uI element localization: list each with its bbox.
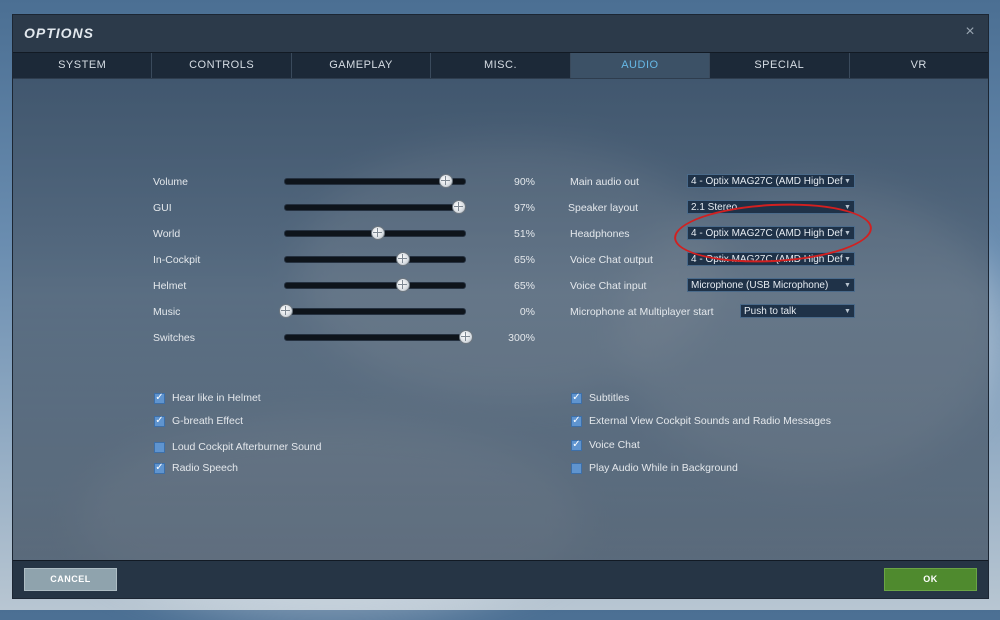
speaker-layout-label: Speaker layout xyxy=(568,202,639,214)
loud-afterburner-checkbox[interactable]: Loud Cockpit Afterburner Sound xyxy=(154,441,321,453)
main-audio-out-select[interactable]: 4 - Optix MAG27C (AMD High Defi ▼ xyxy=(687,174,855,188)
slider-value: 65% xyxy=(513,254,535,266)
tab-misc[interactable]: MISC. xyxy=(431,53,571,78)
main-audio-out-label: Main audio out xyxy=(570,176,639,188)
slider-label: World xyxy=(153,228,181,240)
slider-label: Helmet xyxy=(153,280,187,292)
slider-value: 51% xyxy=(513,228,535,240)
checkbox-label: Radio Speech xyxy=(172,462,238,474)
check-icon: ✓ xyxy=(154,392,165,404)
mic-multiplayer-label: Microphone at Multiplayer start xyxy=(570,306,714,318)
speaker-layout-select[interactable]: 2.1 Stereo ▼ xyxy=(687,200,855,214)
play-audio-background-checkbox[interactable]: Play Audio While in Background xyxy=(571,462,738,474)
tab-special[interactable]: SPECIAL xyxy=(710,53,850,78)
check-icon: ✓ xyxy=(571,392,582,404)
slider-handle[interactable] xyxy=(439,174,454,188)
headphones-select[interactable]: 4 - Optix MAG27C (AMD High Defi ▼ xyxy=(687,226,855,240)
headphones-label: Headphones xyxy=(570,228,630,240)
check-icon xyxy=(571,462,582,474)
radio-speech-checkbox[interactable]: ✓ Radio Speech xyxy=(154,462,238,474)
slider-label: Music xyxy=(153,306,181,318)
checkbox-label: G-breath Effect xyxy=(172,415,244,427)
mic-multiplayer-select[interactable]: Push to talk ▼ xyxy=(740,304,855,318)
tab-audio[interactable]: AUDIO xyxy=(570,53,711,78)
select-value: Microphone (USB Microphone) xyxy=(691,280,829,291)
checkbox-label: Loud Cockpit Afterburner Sound xyxy=(172,441,322,453)
slider-value: 300% xyxy=(508,332,535,344)
helmet-slider[interactable] xyxy=(284,278,466,292)
g-breath-effect-checkbox[interactable]: ✓ G-breath Effect xyxy=(154,415,243,427)
cancel-button[interactable]: CANCEL xyxy=(24,568,117,591)
chevron-down-icon: ▼ xyxy=(843,227,852,239)
slider-handle[interactable] xyxy=(396,252,410,266)
chevron-down-icon: ▼ xyxy=(843,253,852,265)
volume-slider[interactable] xyxy=(284,174,466,188)
voice-chat-output-label: Voice Chat output xyxy=(570,254,653,266)
slider-label: GUI xyxy=(153,202,172,214)
audio-settings-panel: Volume 90% GUI 97% World 51% In-Cockpit xyxy=(13,78,988,562)
title-bar: OPTIONS × xyxy=(13,15,988,52)
slider-label: Switches xyxy=(153,332,196,344)
chevron-down-icon: ▼ xyxy=(843,175,852,187)
external-view-sounds-checkbox[interactable]: ✓ External View Cockpit Sounds and Radio… xyxy=(571,415,831,427)
slider-value: 97% xyxy=(513,202,535,214)
check-icon: ✓ xyxy=(571,439,582,451)
select-value: 4 - Optix MAG27C (AMD High Defi xyxy=(691,176,845,187)
check-icon xyxy=(154,441,165,453)
voice-chat-input-label: Voice Chat input xyxy=(570,280,647,292)
checkbox-label: Hear like in Helmet xyxy=(172,392,261,404)
chevron-down-icon: ▼ xyxy=(843,201,852,213)
slider-handle[interactable] xyxy=(279,304,293,318)
checkbox-label: Subtitles xyxy=(589,392,630,404)
subtitles-checkbox[interactable]: ✓ Subtitles xyxy=(571,392,629,404)
tab-system[interactable]: SYSTEM xyxy=(13,53,153,78)
slider-handle[interactable] xyxy=(459,330,473,344)
window-title: OPTIONS xyxy=(24,25,95,41)
checkbox-label: External View Cockpit Sounds and Radio M… xyxy=(589,415,832,427)
in-cockpit-slider[interactable] xyxy=(284,252,466,266)
slider-value: 90% xyxy=(513,176,535,188)
checkbox-label: Voice Chat xyxy=(589,439,640,451)
tab-vr[interactable]: VR xyxy=(850,53,988,78)
checkbox-label: Play Audio While in Background xyxy=(589,462,738,474)
world-slider[interactable] xyxy=(284,226,466,240)
slider-label: Volume xyxy=(153,176,189,188)
tab-bar: SYSTEM CONTROLS GAMEPLAY MISC. AUDIO SPE… xyxy=(13,52,988,79)
footer-bar: CANCEL OK xyxy=(13,560,988,598)
slider-label: In-Cockpit xyxy=(153,254,201,266)
check-icon: ✓ xyxy=(571,415,582,427)
select-value: 4 - Optix MAG27C (AMD High Defi xyxy=(691,254,845,265)
chevron-down-icon: ▼ xyxy=(843,279,852,291)
slider-value: 65% xyxy=(513,280,535,292)
select-value: 2.1 Stereo xyxy=(691,202,738,213)
voice-chat-checkbox[interactable]: ✓ Voice Chat xyxy=(571,439,640,451)
select-value: 4 - Optix MAG27C (AMD High Defi xyxy=(691,228,845,239)
hear-like-in-helmet-checkbox[interactable]: ✓ Hear like in Helmet xyxy=(154,392,261,404)
slider-handle[interactable] xyxy=(451,200,466,214)
select-value: Push to talk xyxy=(744,306,797,317)
tab-controls[interactable]: CONTROLS xyxy=(152,53,292,78)
switches-slider[interactable] xyxy=(284,330,473,344)
chevron-down-icon: ▼ xyxy=(843,305,852,317)
voice-chat-output-select[interactable]: 4 - Optix MAG27C (AMD High Defi ▼ xyxy=(687,252,855,266)
slider-handle[interactable] xyxy=(370,226,385,240)
music-slider[interactable] xyxy=(279,304,466,318)
check-icon: ✓ xyxy=(154,462,165,474)
gui-slider[interactable] xyxy=(284,200,466,214)
ok-button[interactable]: OK xyxy=(884,568,977,591)
check-icon: ✓ xyxy=(154,415,165,427)
options-window: OPTIONS × SYSTEM CONTROLS GAMEPLAY MISC.… xyxy=(12,14,989,599)
tab-gameplay[interactable]: GAMEPLAY xyxy=(292,53,432,78)
voice-chat-input-select[interactable]: Microphone (USB Microphone) ▼ xyxy=(687,278,855,292)
slider-value: 0% xyxy=(519,306,535,318)
slider-handle[interactable] xyxy=(396,278,410,292)
close-icon[interactable]: × xyxy=(962,24,978,40)
